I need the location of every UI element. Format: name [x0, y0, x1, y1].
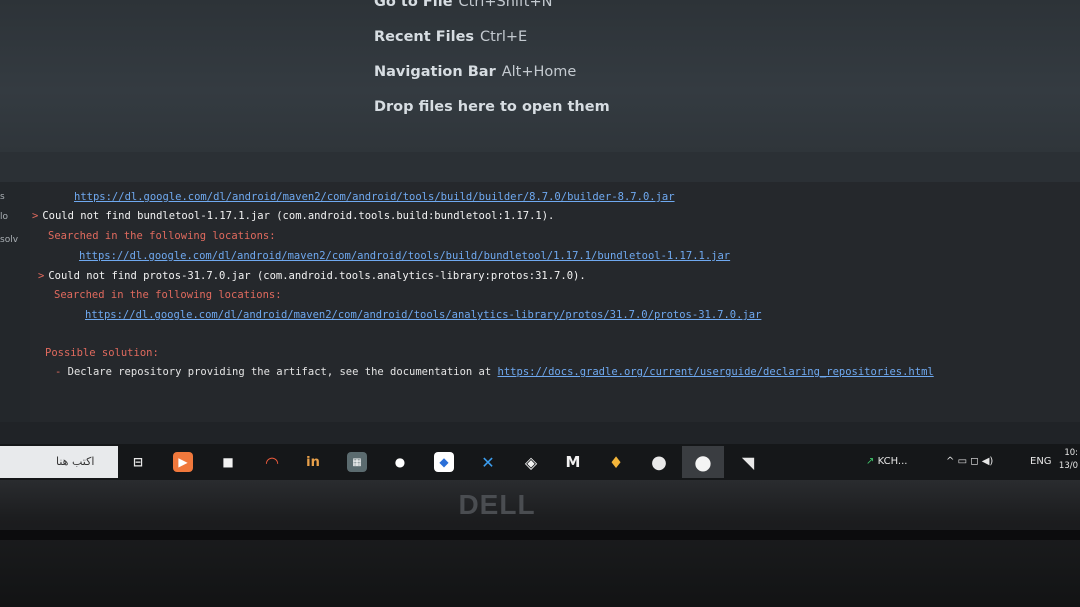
files-app-icon[interactable]: ■ [218, 452, 238, 472]
editor-empty-area: Go to File Ctrl+Shift+N Recent Files Ctrl+… [0, 0, 1080, 152]
hint-recent-files: Recent Files Ctrl+E [374, 29, 527, 45]
build-tree-fragment[interactable]: solv [0, 235, 28, 245]
volume-icon[interactable]: ◀) [982, 456, 994, 467]
network-icon[interactable]: ◻ [970, 456, 978, 467]
hint-navigation-bar: Navigation Bar Alt+Home [374, 64, 576, 80]
bundletool-jar-link[interactable]: https://dl.google.com/dl/android/maven2/… [79, 250, 730, 262]
unity-icon[interactable]: ◈ [521, 452, 541, 472]
error-text: Could not find protos-31.7.0.jar (com.an… [48, 270, 586, 282]
clock-date: 13/0 [1058, 461, 1078, 471]
notes-app-icon[interactable]: ◥ [738, 452, 758, 472]
error-protos: > Could not find protos-31.7.0.jar (com.a… [38, 270, 586, 282]
build-tree-fragment[interactable]: lo [0, 212, 28, 222]
dell-logo: DELL [458, 489, 536, 520]
linkedin-icon[interactable]: in [303, 452, 323, 472]
error-marker: > [32, 210, 39, 222]
system-tray-icons[interactable]: ^ ▭ ◻ ◀) [946, 444, 993, 480]
gradle-docs-link[interactable]: https://docs.gradle.org/current/userguid… [498, 366, 934, 378]
error-marker: > [38, 270, 45, 282]
flame-app-icon[interactable]: ♦ [606, 452, 626, 472]
taskbar-search-box[interactable]: ﺍﻛﺘﺐ ﻫﻨﺎ [0, 446, 118, 478]
gmail-icon[interactable]: M [563, 452, 583, 472]
stock-widget[interactable]: ↗ KCH... [866, 444, 907, 480]
app-icon[interactable]: ◆ [434, 452, 454, 472]
builder-jar-link[interactable]: https://dl.google.com/dl/android/maven2/… [74, 191, 675, 203]
panel-divider[interactable] [0, 152, 1080, 182]
minecraft-icon[interactable]: ▦ [347, 452, 367, 472]
bezel-hinge [0, 530, 1080, 540]
bullet-dash: - [55, 366, 62, 378]
build-output-console[interactable]: https://dl.google.com/dl/android/maven2/… [30, 182, 1080, 422]
possible-solution-heading: Possible solution: [45, 347, 159, 359]
build-tree-panel[interactable]: s lo solv [0, 182, 30, 422]
language-indicator[interactable]: ENG [1030, 444, 1052, 480]
hint-shortcut: Ctrl+Shift+N [458, 0, 553, 10]
vscode-icon[interactable]: ✕ [478, 452, 498, 472]
media-app-icon[interactable]: ▶ [173, 452, 193, 472]
task-view-icon[interactable]: ⊟ [128, 452, 148, 472]
error-text: Could not find bundletool-1.17.1.jar (co… [42, 210, 555, 222]
chrome-profile-icon[interactable]: ● [693, 450, 713, 474]
protos-jar-link[interactable]: https://dl.google.com/dl/android/maven2/… [85, 309, 761, 321]
hint-shortcut: Ctrl+E [480, 29, 528, 45]
status-gap [0, 422, 1080, 444]
searched-locations-label: Searched in the following locations: [48, 230, 276, 242]
clock-time: 10: [1064, 448, 1078, 458]
chevron-up-icon[interactable]: ^ [946, 456, 954, 467]
hint-label: Go to File [374, 0, 453, 10]
error-bundletool: > Could not find bundletool-1.17.1.jar (c… [32, 210, 554, 222]
taskbar: ﺍﻛﺘﺐ ﻫﻨﺎ ⊟ ▶ ■ ◠ in ▦ ● ◆ ✕ ◈ M ♦ ● ● ◥ … [0, 444, 1080, 480]
android-studio-icon[interactable]: ◠ [262, 452, 282, 472]
hint-label: Recent Files [374, 29, 475, 45]
hint-go-to-file: Go to File Ctrl+Shift+N [374, 0, 552, 10]
hint-drop-files: Drop files here to open them [374, 99, 610, 115]
chat-app-icon[interactable]: ● [390, 452, 410, 472]
battery-icon[interactable]: ▭ [958, 456, 967, 467]
chrome-icon[interactable]: ● [649, 452, 669, 473]
solution-line: - Declare repository providing the artif… [55, 366, 934, 378]
solution-text: Declare repository providing the artifac… [67, 366, 492, 378]
stock-trend-icon: ↗ [866, 456, 875, 467]
hint-label: Drop files here to open them [374, 99, 610, 115]
hint-label: Navigation Bar [374, 64, 496, 80]
stock-label: KCH... [877, 456, 908, 467]
build-tree-fragment[interactable]: s [0, 192, 28, 202]
clock[interactable]: 10: 13/0 [1059, 447, 1078, 473]
hint-shortcut: Alt+Home [501, 64, 577, 80]
searched-locations-label: Searched in the following locations: [54, 289, 282, 301]
